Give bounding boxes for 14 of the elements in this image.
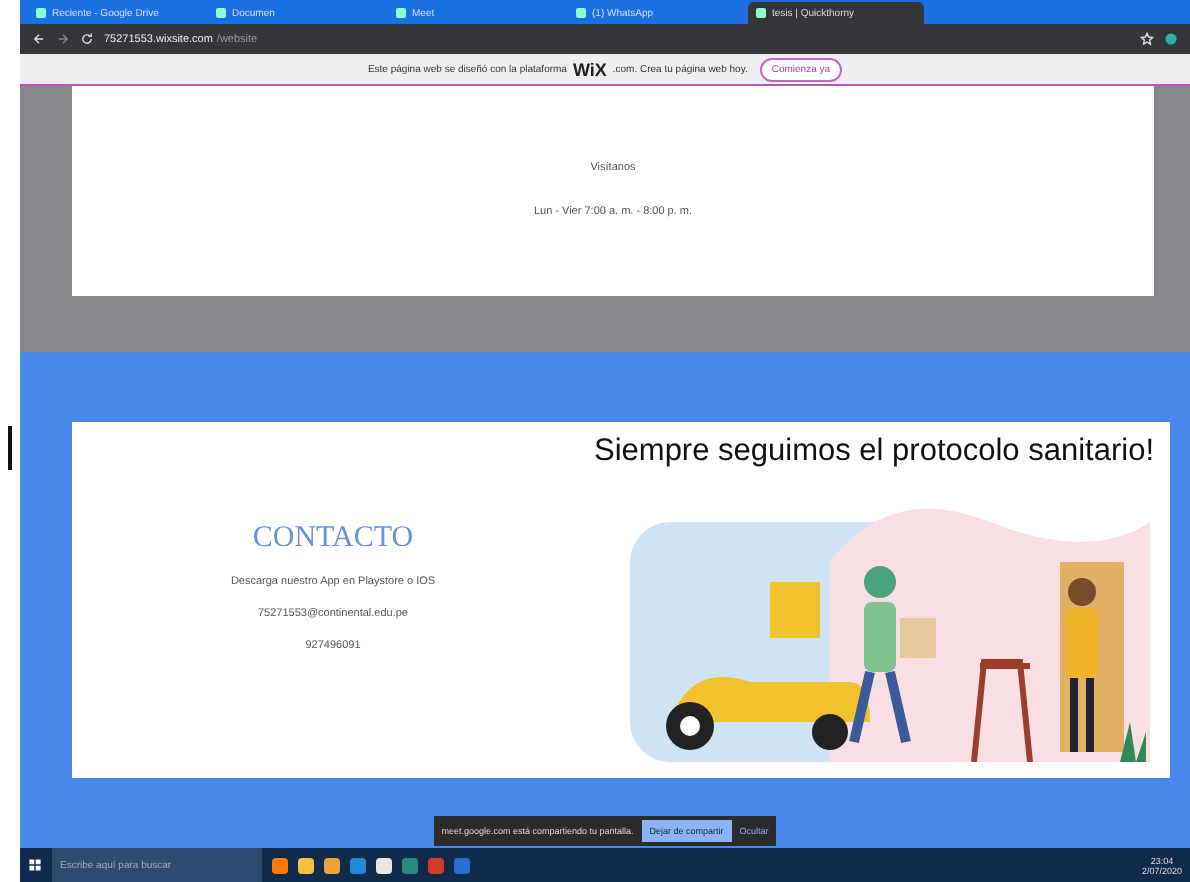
back-icon[interactable] [32,32,46,46]
tab-favicon-icon [756,8,766,18]
tab-favicon-icon [36,8,46,18]
text-cursor [8,426,12,470]
star-icon[interactable] [1140,32,1154,46]
tab-favicon-icon [576,8,586,18]
forward-icon[interactable] [56,32,70,46]
contact-title: CONTACTO [252,522,414,556]
tab-favicon-icon [396,8,406,18]
avatar-icon[interactable] [1164,32,1178,46]
windows-logo-icon[interactable] [28,858,42,872]
banner-title: Siempre seguimos el protocolo sanitario! [594,434,1154,470]
reload-icon[interactable] [80,32,94,46]
tab-favicon-icon [216,8,226,18]
